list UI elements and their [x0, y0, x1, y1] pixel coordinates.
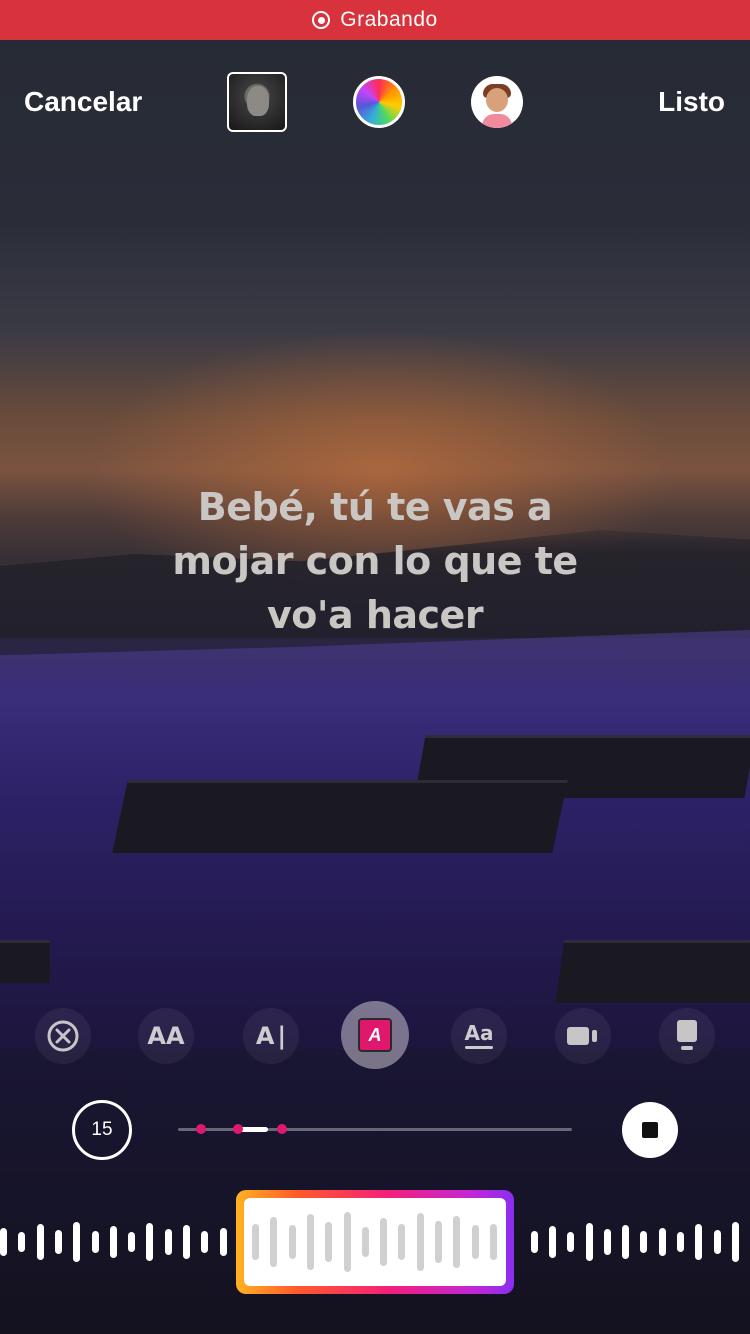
- waveform-bar: [165, 1229, 172, 1255]
- clip-selector[interactable]: [236, 1190, 514, 1294]
- waveform-bar: [567, 1232, 574, 1252]
- progress-track[interactable]: [178, 1124, 572, 1134]
- cancel-button[interactable]: Cancelar: [24, 84, 142, 120]
- background-deck: [112, 780, 568, 853]
- waveform-bar: [307, 1214, 314, 1270]
- lyrics-text[interactable]: Bebé, tú te vas a mojar con lo que te vo…: [125, 480, 625, 642]
- waveform-bar: [252, 1224, 259, 1260]
- waveform-bar: [531, 1231, 538, 1253]
- waveform-bar: [220, 1228, 227, 1256]
- waveform-bar: [344, 1212, 351, 1272]
- waveform-bar: [640, 1231, 647, 1253]
- lyrics-line: Bebé, tú te vas a: [197, 485, 553, 529]
- text-style-icon[interactable]: Aa: [451, 1008, 507, 1064]
- text-cursor-icon[interactable]: A |: [243, 1008, 299, 1064]
- waveform-bar: [677, 1232, 684, 1252]
- album-cover-button[interactable]: [227, 72, 287, 132]
- waveform-bar: [55, 1230, 62, 1254]
- done-button[interactable]: Listo: [658, 84, 725, 120]
- waveform-bar: [714, 1230, 721, 1254]
- waveform-bar: [659, 1228, 666, 1256]
- waveform-bar: [380, 1218, 387, 1266]
- lyrics-line: mojar con lo que te: [172, 539, 578, 583]
- avatar-icon[interactable]: [471, 76, 523, 128]
- text-highlight-icon[interactable]: A: [341, 1001, 409, 1069]
- progress-marker: [196, 1124, 206, 1134]
- recording-status-bar: Grabando: [0, 0, 750, 40]
- waveform-bar: [622, 1225, 629, 1259]
- text-size-icon[interactable]: AA: [138, 1008, 194, 1064]
- waveform-bar: [146, 1223, 153, 1261]
- waveform-bar: [453, 1216, 460, 1268]
- lyrics-line: vo'a hacer: [266, 593, 484, 637]
- waveform-bar: [0, 1228, 7, 1256]
- recording-label: Grabando: [340, 8, 438, 31]
- waveform-bar: [289, 1225, 296, 1259]
- waveform-bar: [325, 1222, 332, 1262]
- waveform-bar: [732, 1222, 739, 1262]
- waveform-bar: [435, 1221, 442, 1263]
- record-icon: [312, 11, 331, 29]
- waveform-bar: [128, 1232, 135, 1252]
- waveform-bar: [695, 1224, 702, 1260]
- video-icon[interactable]: [555, 1008, 611, 1064]
- waveform-bar: [472, 1225, 479, 1259]
- waveform-bar: [270, 1217, 277, 1267]
- album-cover-image: [247, 86, 269, 116]
- waveform-bar: [73, 1222, 80, 1262]
- color-wheel-icon[interactable]: [353, 76, 405, 128]
- background-deck: [0, 940, 50, 983]
- waveform-bar: [362, 1227, 369, 1257]
- waveform-bar: [201, 1231, 208, 1253]
- background-deck: [555, 940, 750, 1003]
- duration-button[interactable]: 15: [72, 1100, 132, 1160]
- stop-icon: [642, 1122, 658, 1138]
- waveform-bar: [92, 1231, 99, 1253]
- progress-marker: [277, 1124, 287, 1134]
- sticker-icon[interactable]: [659, 1008, 715, 1064]
- waveform-bar: [18, 1232, 25, 1252]
- waveform-bar: [586, 1223, 593, 1261]
- waveform-bar: [417, 1213, 424, 1271]
- clip-selector-waveform: [244, 1198, 506, 1286]
- waveform-bar: [37, 1224, 44, 1260]
- waveform-bar: [398, 1224, 405, 1260]
- waveform-bar: [110, 1226, 117, 1258]
- stop-button[interactable]: [622, 1102, 678, 1158]
- waveform-bar: [549, 1226, 556, 1258]
- waveform-bar: [490, 1224, 497, 1260]
- waveform-bar: [604, 1229, 611, 1255]
- waveform-bar: [183, 1225, 190, 1259]
- remove-circle-icon[interactable]: [35, 1008, 91, 1064]
- progress-marker: [233, 1124, 243, 1134]
